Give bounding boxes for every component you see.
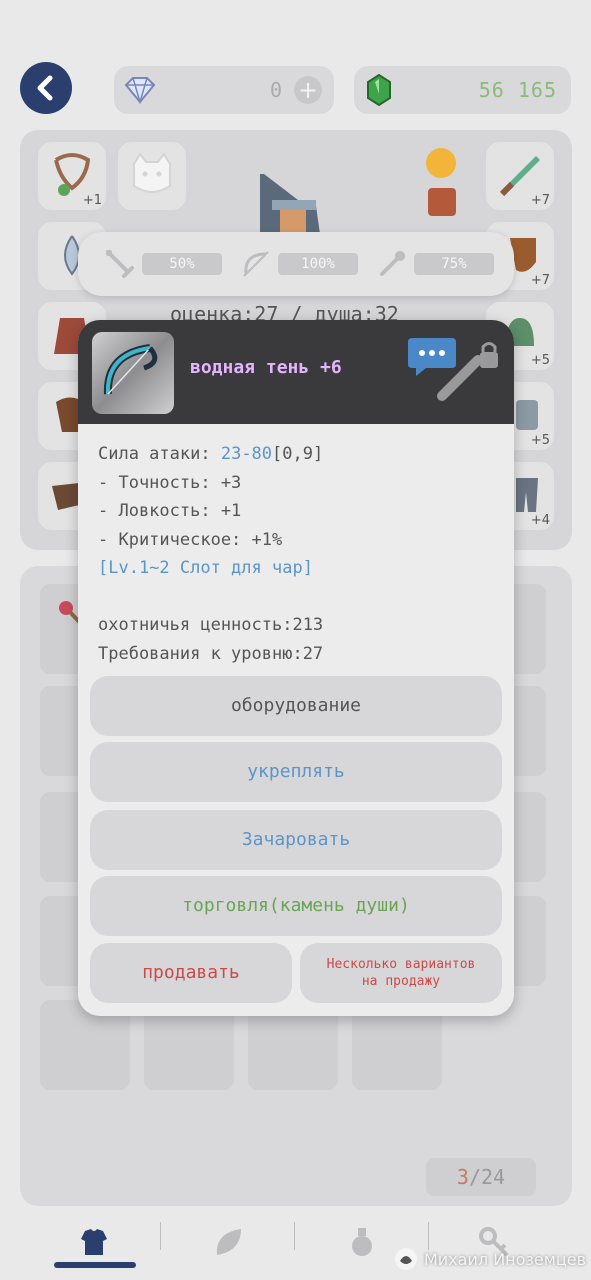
stat-magic: 75%: [376, 250, 494, 278]
armor-icon: [81, 1229, 107, 1255]
back-button[interactable]: [20, 62, 72, 114]
sell-multiple-label-1: Несколько вариантов: [326, 957, 476, 972]
chevron-left-icon: [37, 75, 53, 101]
level-requirement-line: Требования к уровню:27: [98, 644, 324, 664]
slot-enhance-level: +7: [530, 193, 550, 208]
add-gems-button[interactable]: +: [294, 76, 322, 104]
item-header-icons: [406, 334, 502, 406]
enchant-slot-line: [Lv.1~2 Слот для чар]: [98, 558, 313, 578]
watermark: Михаил Иноземцев: [394, 1246, 586, 1272]
accuracy-percent: 100%: [278, 253, 358, 275]
item-icon-frame: [92, 332, 174, 414]
attack-value: 23-80: [220, 444, 273, 464]
money-counter: 56 165: [354, 66, 571, 114]
item-header: водная тень +6: [78, 320, 514, 424]
gem-counter: 0 +: [114, 66, 334, 114]
sell-multiple-label-2: на продажу: [361, 974, 441, 989]
chest-icon[interactable]: [428, 188, 456, 216]
tab-divider: [160, 1222, 161, 1250]
bow-icon: [243, 251, 269, 277]
user-avatar-icon: [395, 1248, 417, 1270]
green-gem-icon: [367, 74, 391, 106]
gem-count: 0: [269, 78, 282, 102]
tab-materials[interactable]: [196, 1214, 260, 1270]
accuracy-line: - Точность: +3: [98, 473, 242, 493]
potion-icon: [352, 1228, 372, 1256]
hunting-value-line: охотничья ценность:213: [98, 615, 324, 635]
slot-enhance-level: +7: [530, 273, 550, 288]
sword-icon: [106, 250, 134, 278]
equip-slot-weapon[interactable]: +7: [486, 142, 554, 210]
enchant-button[interactable]: Зачаровать: [90, 810, 502, 870]
leaf-icon: [216, 1229, 241, 1255]
inventory-current: 3: [456, 1165, 469, 1189]
cat-icon: [133, 152, 171, 193]
money-count: 56 165: [478, 78, 557, 102]
attack-label: Сила атаки:: [98, 444, 211, 464]
attack-stat-line: Сила атаки: 23-80[0,9]: [98, 444, 323, 464]
equip-slot-necklace[interactable]: +1: [38, 142, 106, 210]
equip-button[interactable]: оборудование: [90, 676, 502, 736]
sell-multiple-button[interactable]: Несколько вариантов на продажу: [300, 943, 502, 1003]
agility-line: - Ловкость: +1: [98, 501, 242, 521]
attack-percent: 50%: [142, 253, 222, 275]
slot-enhance-level: +4: [530, 513, 550, 528]
inventory-total: /24: [468, 1165, 506, 1189]
equip-slot-pet[interactable]: [118, 142, 186, 210]
active-tab-indicator: [54, 1262, 136, 1268]
smile-emoji-icon[interactable]: [426, 148, 456, 178]
slot-enhance-level: +1: [82, 193, 102, 208]
magic-percent: 75%: [414, 253, 494, 275]
tab-potions[interactable]: [330, 1214, 394, 1270]
critical-line: - Критическое: +1%: [98, 530, 283, 550]
diamond-icon: [124, 77, 156, 104]
character-sprite: [260, 174, 320, 234]
watermark-text: Михаил Иноземцев: [424, 1249, 586, 1269]
inventory-capacity: 3/24: [426, 1158, 536, 1196]
tab-divider: [294, 1222, 295, 1250]
sell-button[interactable]: продавать: [90, 943, 292, 1003]
stat-accuracy: 100%: [240, 250, 358, 278]
item-name: водная тень +6: [190, 357, 342, 378]
bow-item-icon: [103, 344, 158, 395]
strengthen-button[interactable]: укреплять: [90, 742, 502, 802]
lock-sword-icon[interactable]: [434, 338, 502, 404]
stats-popup: 50% 100% 75%: [78, 232, 514, 296]
slot-enhance-level: +5: [530, 433, 550, 448]
slot-enhance-level: +5: [530, 353, 550, 368]
stat-attack: 50%: [104, 250, 222, 278]
item-detail-dialog: водная тень +6 Сила атаки: 23-80[0,9] - …: [78, 320, 514, 1016]
wand-icon: [380, 251, 405, 276]
trade-soulstone-button[interactable]: торговля(камень души): [90, 876, 502, 936]
attack-extra: [0,9]: [272, 444, 324, 464]
